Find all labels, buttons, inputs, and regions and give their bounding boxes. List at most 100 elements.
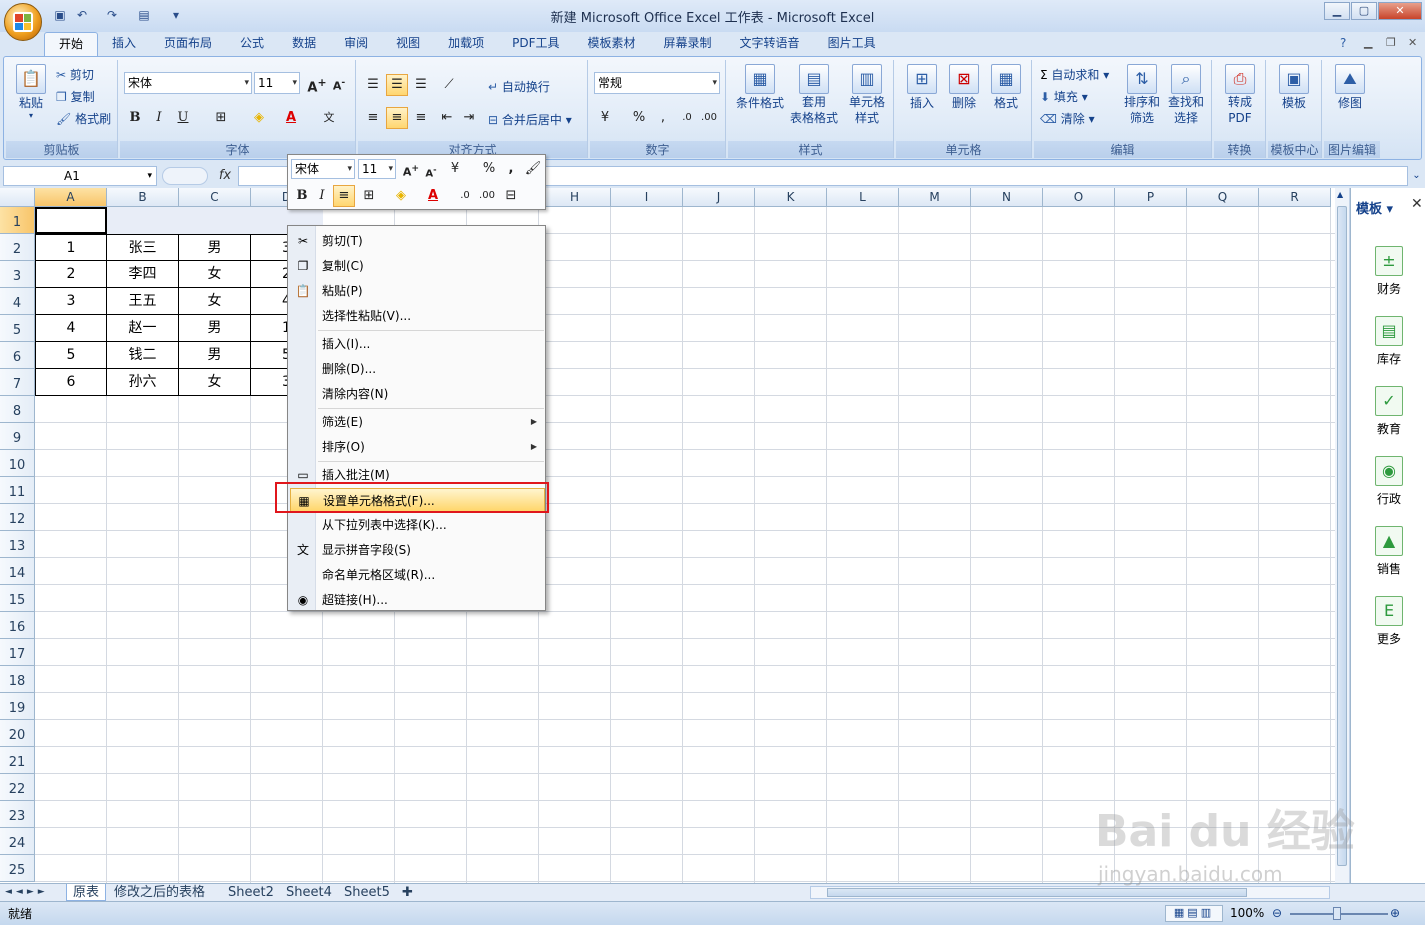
row-header[interactable]: 6: [0, 342, 35, 369]
active-cell[interactable]: [35, 207, 107, 234]
row-header[interactable]: 19: [0, 693, 35, 720]
delete-cells-button[interactable]: ⊠ 删除: [944, 64, 984, 111]
currency-button[interactable]: ¥: [594, 107, 616, 129]
sort-filter-button[interactable]: ⇅ 排序和 筛选: [1122, 64, 1162, 126]
ribbon-tab[interactable]: 文字转语音: [726, 32, 814, 56]
column-header[interactable]: O: [1043, 188, 1115, 207]
row-header[interactable]: 13: [0, 531, 35, 558]
bold-button[interactable]: B: [124, 107, 146, 129]
mini-increase-decimal-button[interactable]: .0: [454, 185, 476, 207]
table-cell[interactable]: 孙六: [107, 369, 179, 396]
ribbon-tab[interactable]: 数据: [278, 32, 330, 56]
insert-function-button[interactable]: fx: [212, 166, 238, 186]
mini-comma-button[interactable]: ,: [500, 158, 522, 180]
table-cell[interactable]: 赵一: [107, 315, 179, 342]
name-box[interactable]: A1 ▾: [3, 166, 157, 186]
scroll-up-icon[interactable]: ▲: [1337, 190, 1343, 199]
mini-border-button[interactable]: ⊞: [358, 185, 380, 207]
zoom-out-icon[interactable]: ⊖: [1272, 906, 1282, 920]
clear-button[interactable]: ⌫ 清除 ▾: [1040, 110, 1095, 127]
phonetic-button[interactable]: 文: [318, 107, 340, 129]
column-header[interactable]: I: [611, 188, 683, 207]
table-cell[interactable]: 张三: [107, 234, 179, 261]
italic-button[interactable]: I: [148, 107, 170, 129]
align-bottom-button[interactable]: ☰: [410, 74, 432, 96]
row-header[interactable]: 17: [0, 639, 35, 666]
pane-item[interactable]: ± 财务: [1359, 246, 1419, 297]
zoom-in-icon[interactable]: ⊕: [1390, 906, 1400, 920]
horizontal-scroll-thumb[interactable]: [827, 888, 1247, 897]
row-header[interactable]: 7: [0, 369, 35, 396]
close-button[interactable]: ✕: [1378, 2, 1422, 20]
ribbon-tab[interactable]: 插入: [98, 32, 150, 56]
row-header[interactable]: 5: [0, 315, 35, 342]
ribbon-minimize-icon[interactable]: ▁: [1364, 36, 1372, 49]
help-icon[interactable]: ?: [1340, 36, 1346, 50]
grow-font-button[interactable]: A+: [306, 72, 328, 95]
row-header[interactable]: 9: [0, 423, 35, 450]
merge-center-button[interactable]: ⊟ 合并后居中 ▾: [488, 111, 572, 128]
table-cell[interactable]: 4: [35, 315, 107, 342]
row-header[interactable]: 24: [0, 828, 35, 855]
ribbon-tab[interactable]: 公式: [226, 32, 278, 56]
mini-font-combo[interactable]: 宋体 ▾: [291, 159, 355, 179]
menu-item[interactable]: ✂ 剪切(T): [290, 229, 545, 253]
maximize-button[interactable]: ▢: [1351, 2, 1377, 20]
column-header[interactable]: P: [1115, 188, 1187, 207]
row-header[interactable]: 15: [0, 585, 35, 612]
cut-button[interactable]: ✂ 剪切: [56, 66, 94, 83]
ribbon-tab[interactable]: 加载项: [434, 32, 498, 56]
to-pdf-button[interactable]: ⎙ 转成 PDF: [1220, 64, 1260, 126]
scroll-thumb[interactable]: [1337, 206, 1347, 866]
mini-merge-button[interactable]: ⊟: [500, 185, 522, 207]
row-header[interactable]: 2: [0, 234, 35, 261]
row-header[interactable]: 25: [0, 855, 35, 882]
column-header[interactable]: B: [107, 188, 179, 207]
row-header[interactable]: 11: [0, 477, 35, 504]
mini-shrink-font-button[interactable]: A-: [420, 158, 442, 180]
table-cell[interactable]: 女: [179, 369, 251, 396]
row-header[interactable]: 16: [0, 612, 35, 639]
retouch-button[interactable]: ⛰ 修图: [1330, 64, 1370, 111]
column-header[interactable]: N: [971, 188, 1043, 207]
row-header[interactable]: 21: [0, 747, 35, 774]
column-header[interactable]: A: [35, 188, 107, 207]
zoom-level[interactable]: 100%: [1230, 906, 1264, 920]
pane-item[interactable]: ◉ 行政: [1359, 456, 1419, 507]
row-header[interactable]: 3: [0, 261, 35, 288]
fill-color-button[interactable]: ◈: [248, 107, 270, 129]
menu-item[interactable]: 命名单元格区域(R)...: [290, 563, 545, 587]
ribbon-restore-icon[interactable]: ❐: [1386, 36, 1396, 49]
row-header[interactable]: 1: [0, 207, 35, 234]
ribbon-tab[interactable]: PDF工具: [498, 32, 573, 56]
menu-item[interactable]: 选择性粘贴(V)...: [290, 304, 545, 328]
table-cell[interactable]: 女: [179, 261, 251, 288]
font-color-button[interactable]: A: [280, 107, 302, 129]
fill-button[interactable]: ⬇ 填充 ▾: [1040, 88, 1088, 105]
sheet-tab[interactable]: Sheet4: [280, 884, 338, 901]
font-size-combo[interactable]: 11 ▾: [254, 72, 300, 94]
row-header[interactable]: 22: [0, 774, 35, 801]
ribbon-tab[interactable]: 开始: [44, 32, 99, 56]
mini-format-painter-button[interactable]: 🖌: [522, 158, 544, 180]
format-as-table-button[interactable]: ▤ 套用 表格格式: [786, 64, 842, 126]
decrease-indent-button[interactable]: ⇤: [436, 107, 458, 129]
format-painter-button[interactable]: 🖌 格式刷: [56, 110, 111, 127]
mini-currency-button[interactable]: ¥: [444, 158, 466, 180]
align-top-button[interactable]: ☰: [362, 74, 384, 96]
mini-grow-font-button[interactable]: A+: [400, 158, 422, 180]
ribbon-tab[interactable]: 图片工具: [814, 32, 890, 56]
mini-fill-color-button[interactable]: ◈: [390, 185, 412, 207]
sheet-tab[interactable]: Sheet2: [222, 884, 280, 901]
mini-percent-button[interactable]: %: [478, 158, 500, 180]
menu-item[interactable]: 清除内容(N): [290, 382, 545, 406]
find-select-button[interactable]: ⌕ 查找和 选择: [1166, 64, 1206, 126]
align-center-button[interactable]: ≡: [386, 107, 408, 129]
worksheet-grid[interactable]: ABCDEFGHIJKLMNOPQR 123456789101112131415…: [0, 188, 1335, 883]
cell-styles-button[interactable]: ▥ 单元格 样式: [842, 64, 892, 126]
column-header[interactable]: R: [1259, 188, 1331, 207]
table-cell[interactable]: 3: [35, 288, 107, 315]
column-header[interactable]: J: [683, 188, 755, 207]
select-all-button[interactable]: [0, 188, 35, 207]
menu-item[interactable]: 从下拉列表中选择(K)...: [290, 513, 545, 537]
